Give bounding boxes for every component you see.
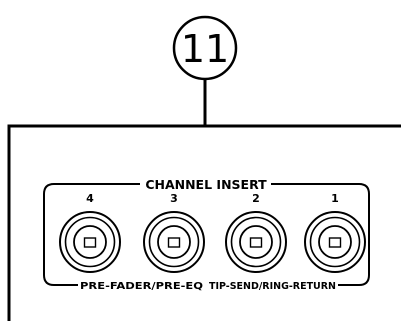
tip-send-label: TIP-SEND/RING-RETURN	[209, 281, 336, 292]
channel-insert-title: CHANNEL INSERT	[145, 177, 267, 192]
insert-jack-3[interactable]	[143, 211, 205, 273]
insert-diagram: 11 CHANNEL INSERT 4 3 2 1 PRE-FADER/PRE-…	[7, 15, 401, 321]
pre-fader-label: PRE-FADER/PRE-EQ	[80, 281, 203, 292]
jack-label-4: 4	[86, 192, 94, 205]
callout-number: 11	[181, 27, 229, 71]
insert-jack-4[interactable]	[59, 211, 121, 273]
insert-jack-1[interactable]	[304, 211, 366, 273]
channel-insert-group: CHANNEL INSERT 4 3 2 1 PRE-FADER/PRE-EQ …	[43, 177, 370, 292]
callout-marker: 11	[172, 15, 238, 126]
jack-label-2: 2	[252, 192, 260, 205]
jack-label-3: 3	[170, 192, 178, 205]
jack-label-1: 1	[331, 192, 339, 205]
insert-jack-2[interactable]	[225, 211, 287, 273]
